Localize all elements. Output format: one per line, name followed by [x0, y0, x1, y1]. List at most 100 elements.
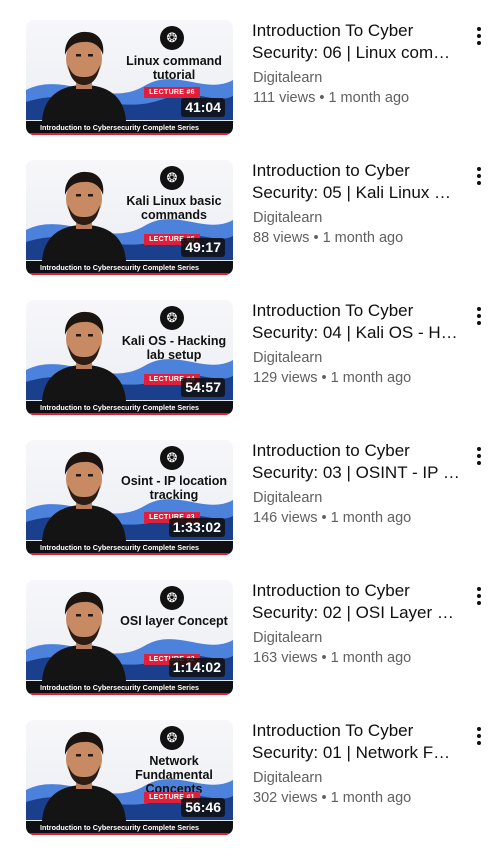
- meta-separator: •: [309, 230, 323, 246]
- presenter-image: [42, 591, 126, 681]
- meta-separator: •: [317, 790, 331, 806]
- channel-name[interactable]: Digitalearn: [253, 630, 322, 646]
- video-title[interactable]: Introduction To Cyber Security: 01 | Netw…: [252, 720, 464, 764]
- series-banner: Introduction to Cybersecurity Complete S…: [26, 541, 233, 555]
- upload-age: 1 month ago: [330, 650, 412, 666]
- more-options-icon[interactable]: [472, 304, 486, 328]
- channel-name[interactable]: Digitalearn: [253, 770, 322, 786]
- video-title[interactable]: Introduction to Cyber Security: 03 | OSIN…: [252, 440, 464, 484]
- upload-age: 1 month ago: [328, 90, 410, 106]
- video-item[interactable]: ❂ Kali Linux basic commands LECTURE #5 Intr…: [0, 160, 503, 300]
- dot: [477, 454, 481, 458]
- dot: [477, 181, 481, 185]
- video-title-line-1: Introduction To Cyber: [252, 301, 414, 320]
- video-title[interactable]: Introduction To Cyber Security: 06 | Linu…: [252, 20, 464, 64]
- video-thumbnail[interactable]: ❂Osint - IP location trackingLECTURE #3I…: [26, 440, 233, 555]
- video-item[interactable]: ❂ Linux command tutorial LECTURE #6 Introdu…: [0, 20, 503, 160]
- dot: [477, 167, 481, 171]
- dot: [477, 447, 481, 451]
- dot: [477, 727, 481, 731]
- video-duration: 49:17: [181, 238, 225, 257]
- dot: [477, 594, 481, 598]
- thumbnail-title: Linux command tutorial: [126, 54, 222, 82]
- video-duration: 1:33:02: [168, 518, 225, 537]
- video-title[interactable]: Introduction to Cyber Security: 05 | Kali…: [252, 160, 464, 204]
- view-count: 129 views: [253, 370, 318, 386]
- dot: [477, 27, 481, 31]
- view-count: 88 views: [253, 230, 310, 246]
- video-item[interactable]: ❂OSI layer ConceptLECTURE #2Introduction…: [0, 580, 503, 720]
- video-meta: 146 views • 1 month ago: [253, 510, 411, 526]
- video-title-line-2: Security: 06 | Linux com…: [252, 43, 451, 62]
- video-item[interactable]: ❂ Kali OS - Hacking lab setup LECTURE #4 In…: [0, 300, 503, 440]
- video-thumbnail[interactable]: ❂ Kali OS - Hacking lab setup LECTURE #4 In…: [26, 300, 233, 415]
- video-duration: 1:14:02: [168, 658, 225, 677]
- video-title-line-1: Introduction To Cyber: [252, 721, 414, 740]
- upload-age: 1 month ago: [330, 370, 412, 386]
- channel-name[interactable]: Digitalearn: [253, 350, 322, 366]
- meta-separator: •: [317, 510, 331, 526]
- bug-logo-icon: ❂: [160, 26, 184, 50]
- bug-logo-icon: ❂: [160, 446, 184, 470]
- dot: [477, 734, 481, 738]
- upload-age: 1 month ago: [330, 510, 412, 526]
- dot: [477, 314, 481, 318]
- series-banner: Introduction to Cybersecurity Complete S…: [26, 401, 233, 415]
- video-title-line-1: Introduction to Cyber: [252, 441, 410, 460]
- video-title[interactable]: Introduction To Cyber Security: 04 | Kali…: [252, 300, 464, 344]
- thumbnail-title: Network Fundamental Concepts: [135, 754, 213, 796]
- video-thumbnail[interactable]: ❂ Network Fundamental Concepts LECTURE #1 I…: [26, 720, 233, 835]
- dot: [477, 321, 481, 325]
- video-item[interactable]: ❂Osint - IP location trackingLECTURE #3I…: [0, 440, 503, 580]
- upload-age: 1 month ago: [322, 230, 404, 246]
- video-meta: 129 views • 1 month ago: [253, 370, 411, 386]
- video-title-line-1: Introduction to Cyber: [252, 581, 410, 600]
- video-item[interactable]: ❂ Network Fundamental Concepts LECTURE #1 I…: [0, 720, 503, 860]
- view-count: 111 views: [253, 90, 316, 106]
- bug-logo-icon: ❂: [160, 586, 184, 610]
- view-count: 302 views: [253, 790, 318, 806]
- video-thumbnail[interactable]: ❂ Linux command tutorial LECTURE #6 Introdu…: [26, 20, 233, 135]
- video-title-line-2: Security: 03 | OSINT - IP …: [252, 463, 460, 482]
- video-duration: 41:04: [181, 98, 225, 117]
- video-meta: 302 views • 1 month ago: [253, 790, 411, 806]
- lecture-label: LECTURE #6: [144, 87, 200, 98]
- view-count: 146 views: [253, 510, 318, 526]
- meta-separator: •: [317, 370, 331, 386]
- channel-name[interactable]: Digitalearn: [253, 210, 322, 226]
- thumbnail-title: Osint - IP location tracking: [120, 474, 228, 502]
- view-count: 163 views: [253, 650, 318, 666]
- video-title-line-2: Security: 02 | OSI Layer …: [252, 603, 454, 622]
- bug-logo-icon: ❂: [160, 166, 184, 190]
- dot: [477, 174, 481, 178]
- thumbnail-title: OSI layer Concept: [120, 614, 228, 628]
- dot: [477, 461, 481, 465]
- more-options-icon[interactable]: [472, 24, 486, 48]
- more-options-icon[interactable]: [472, 724, 486, 748]
- video-meta: 88 views • 1 month ago: [253, 230, 403, 246]
- more-options-icon[interactable]: [472, 164, 486, 188]
- channel-name[interactable]: Digitalearn: [253, 70, 322, 86]
- channel-name[interactable]: Digitalearn: [253, 490, 322, 506]
- bug-logo-icon: ❂: [160, 306, 184, 330]
- thumbnail-title: Kali Linux basic commands: [126, 194, 222, 222]
- dot: [477, 41, 481, 45]
- upload-age: 1 month ago: [330, 790, 412, 806]
- video-title-line-1: Introduction to Cyber: [252, 161, 410, 180]
- series-banner: Introduction to Cybersecurity Complete S…: [26, 681, 233, 695]
- video-title[interactable]: Introduction to Cyber Security: 02 | OSI …: [252, 580, 464, 624]
- video-duration: 56:46: [181, 798, 225, 817]
- bug-logo-icon: ❂: [160, 726, 184, 750]
- more-options-icon[interactable]: [472, 444, 486, 468]
- video-title-line-2: Security: 05 | Kali Linux …: [252, 183, 452, 202]
- dot: [477, 741, 481, 745]
- meta-separator: •: [315, 90, 329, 106]
- thumbnail-title: Kali OS - Hacking lab setup: [121, 334, 227, 362]
- video-thumbnail[interactable]: ❂ Kali Linux basic commands LECTURE #5 Intr…: [26, 160, 233, 275]
- video-title-line-2: Security: 04 | Kali OS - H…: [252, 323, 458, 342]
- series-banner: Introduction to Cybersecurity Complete S…: [26, 821, 233, 835]
- video-meta: 163 views • 1 month ago: [253, 650, 411, 666]
- video-thumbnail[interactable]: ❂OSI layer ConceptLECTURE #2Introduction…: [26, 580, 233, 695]
- video-title-line-1: Introduction To Cyber: [252, 21, 414, 40]
- more-options-icon[interactable]: [472, 584, 486, 608]
